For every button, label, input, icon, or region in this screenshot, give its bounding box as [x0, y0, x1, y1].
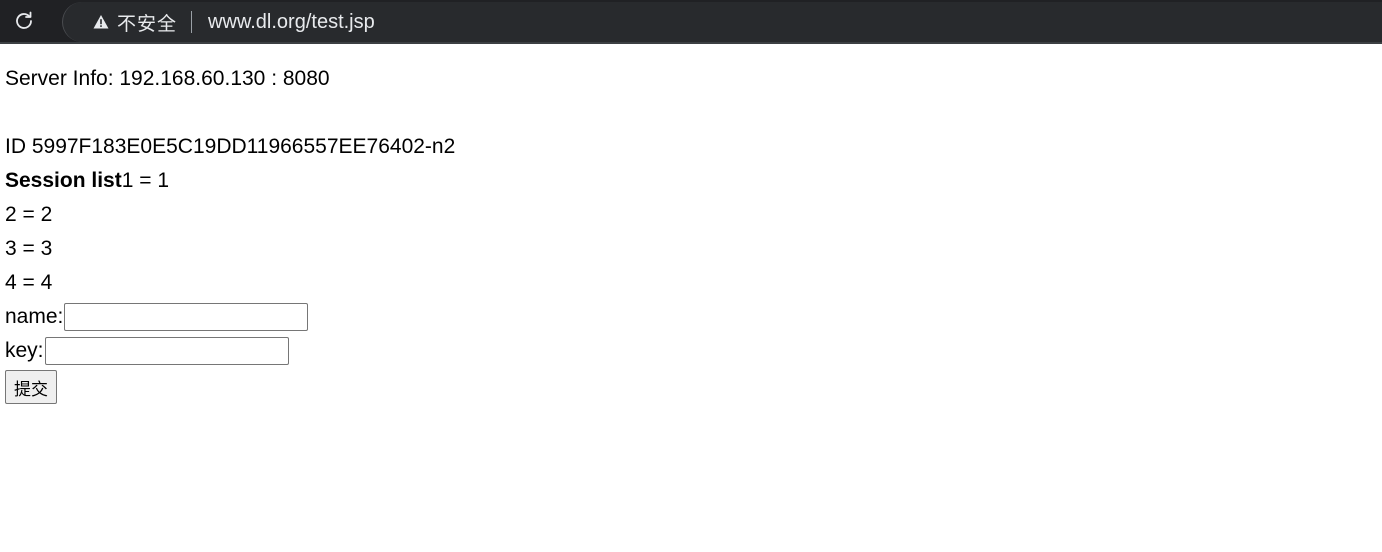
- warning-icon[interactable]: [93, 14, 109, 30]
- reload-icon[interactable]: [12, 9, 36, 33]
- session-item: 4 = 4: [5, 271, 53, 294]
- session-list-title: Session list: [5, 169, 122, 192]
- name-input[interactable]: [64, 303, 309, 332]
- key-row: key:: [5, 334, 455, 368]
- security-indicator-text[interactable]: 不安全: [117, 9, 177, 36]
- submit-row: 提交: [5, 368, 455, 406]
- server-info: Server Info: 192.168.60.130 : 8080: [5, 67, 330, 90]
- address-divider: [191, 11, 193, 33]
- session-item: 2 = 2: [5, 203, 53, 226]
- session-id: ID 5997F183E0E5C19DD11966557EE76402-n2: [5, 135, 456, 158]
- page-content: Server Info: 192.168.60.130 : 8080 ID 59…: [5, 62, 455, 406]
- name-row: name:: [5, 300, 455, 334]
- submit-button[interactable]: 提交: [5, 370, 57, 404]
- session-item: 1 = 1: [121, 169, 170, 192]
- browser-toolbar: 不安全 www.dl.org/test.jsp: [0, 0, 1382, 44]
- session-item: 3 = 3: [5, 237, 53, 260]
- address-bar[interactable]: 不安全 www.dl.org/test.jsp: [62, 2, 1382, 42]
- key-label: key:: [5, 339, 44, 362]
- url-text[interactable]: www.dl.org/test.jsp: [208, 11, 375, 34]
- key-input[interactable]: [44, 337, 289, 366]
- session-list-row: Session list1 = 1: [5, 164, 455, 198]
- name-label: name:: [5, 305, 64, 328]
